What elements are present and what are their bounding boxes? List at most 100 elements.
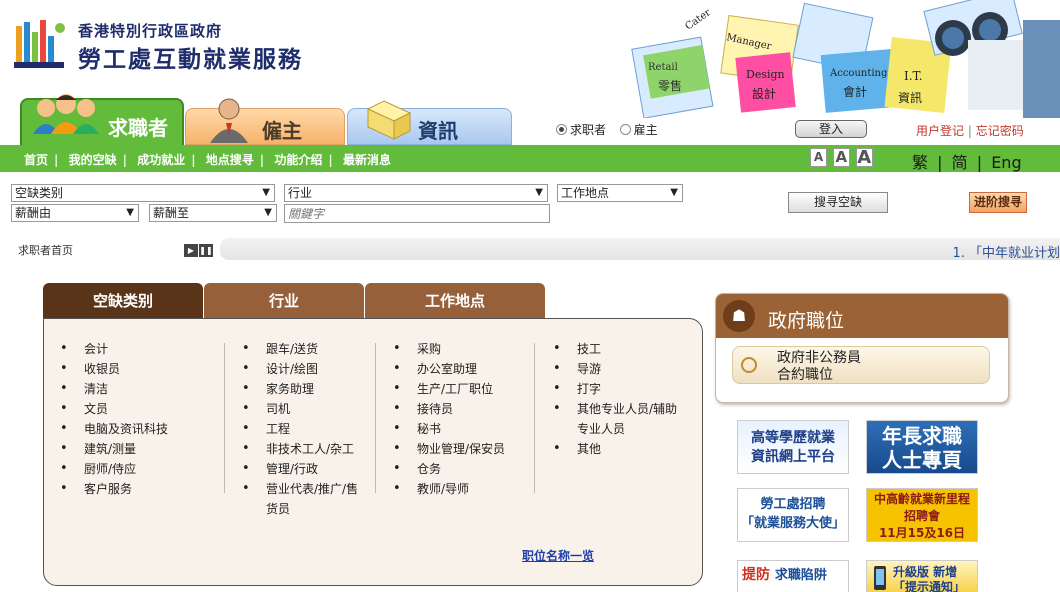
user-links: 用户登记 | 忘记密码 — [916, 122, 1024, 139]
ticker-pause-icon[interactable]: ❚❚ — [199, 244, 213, 257]
category-link[interactable]: 家务助理 — [242, 379, 358, 399]
category-link[interactable]: 技工 — [553, 339, 677, 359]
tab-job-seeker[interactable]: 求職者 — [20, 94, 184, 145]
keyword-input[interactable] — [284, 204, 550, 223]
non-civil-service-contract-jobs-button[interactable]: 政府非公務員 合約職位 — [732, 346, 990, 384]
industry-select[interactable]: 行业 ▼ — [284, 184, 548, 202]
category-link[interactable]: 文员 — [60, 399, 168, 419]
gov-button-line-2: 合約職位 — [777, 367, 833, 383]
people-group-icon: ☗ — [723, 300, 755, 332]
banner-card-retail-cn: 零售 — [658, 78, 682, 93]
nav-link-home[interactable]: 首页 — [24, 153, 48, 167]
category-link[interactable]: 司机 — [242, 399, 358, 419]
search-vacancies-button[interactable]: 搜寻空缺 — [788, 192, 888, 213]
nav-link-success[interactable]: 成功就业 — [137, 153, 185, 167]
promo-line: 求職陷阱 — [774, 568, 827, 583]
promo-line: 勞工處招聘 — [760, 497, 826, 512]
nav-link-features[interactable]: 功能介绍 — [274, 153, 322, 167]
category-link[interactable]: 营业代表/推广/售 — [242, 479, 358, 499]
category-link[interactable]: 客户服务 — [60, 479, 168, 499]
font-size-large-button[interactable]: A — [855, 148, 873, 167]
advanced-search-button[interactable]: 进阶搜寻 — [969, 192, 1027, 213]
promo-graduate-employment-platform[interactable]: 高等學歷就業 資訊網上平台 — [737, 420, 849, 474]
labour-department-logo-icon[interactable] — [12, 18, 70, 74]
salary-to-select-value: 薪酬至 — [153, 206, 190, 220]
column-divider — [534, 343, 535, 493]
category-select[interactable]: 空缺类别 ▼ — [11, 184, 275, 202]
category-link[interactable]: 建筑/测量 — [60, 439, 168, 459]
category-link[interactable]: 会计 — [60, 339, 168, 359]
salary-from-select[interactable]: 薪酬由 ▼ — [11, 204, 139, 222]
category-link-continued[interactable]: 专业人员 — [577, 419, 677, 439]
category-link[interactable]: 教师/导师 — [393, 479, 505, 499]
search-panel — [0, 172, 1060, 234]
category-link[interactable]: 物业管理/保安员 — [393, 439, 505, 459]
category-link[interactable]: 设计/绘图 — [242, 359, 358, 379]
category-link[interactable]: 厨师/侍应 — [60, 459, 168, 479]
promo-job-fair[interactable]: 中高齡就業新里程 招聘會 11月15及16日 — [866, 488, 978, 542]
tab-job-seeker-label: 求職者 — [108, 116, 168, 140]
category-link[interactable]: 收银员 — [60, 359, 168, 379]
tab-vacancy-category[interactable]: 空缺类别 — [43, 283, 203, 319]
user-register-link[interactable]: 用户登记 — [916, 124, 964, 138]
news-ticker-text[interactable]: 1. 「中年就业计划 — [952, 242, 1060, 261]
nav-links: 首页 | 我的空缺 | 成功就业 | 地点搜寻 | 功能介绍 | 最新消息 — [24, 151, 391, 168]
category-link[interactable]: 办公室助理 — [393, 359, 505, 379]
promo-app-upgrade[interactable]: 升級版 新增 「提示通知」 — [866, 560, 978, 592]
font-size-medium-button[interactable]: A — [832, 148, 850, 167]
category-link[interactable]: 采购 — [393, 339, 505, 359]
promo-line: 「就業服務大使」 — [740, 516, 845, 531]
banner-card-design: Design — [746, 68, 785, 81]
category-link[interactable]: 非技术工人/杂工 — [242, 439, 358, 459]
category-link[interactable]: 其他 — [553, 439, 677, 459]
category-link-continued[interactable]: 货员 — [266, 499, 358, 519]
lang-english-link[interactable]: Eng — [991, 153, 1021, 172]
category-link[interactable]: 其他专业人员/辅助 — [553, 399, 677, 419]
category-link[interactable]: 秘书 — [393, 419, 505, 439]
category-link[interactable]: 打字 — [553, 379, 677, 399]
banner-card-design-cn: 設計 — [752, 86, 776, 101]
news-ticker[interactable]: 1. 「中年就业计划 — [220, 238, 1060, 261]
role-seeker-label: 求职者 — [570, 123, 607, 137]
salary-to-select[interactable]: 薪酬至 ▼ — [149, 204, 277, 222]
category-link[interactable]: 清洁 — [60, 379, 168, 399]
ticker-play-icon[interactable]: ▶ — [184, 244, 198, 257]
promo-employment-ambassador-recruitment[interactable]: 勞工處招聘 「就業服務大使」 — [737, 488, 849, 542]
tab-work-location[interactable]: 工作地点 — [365, 283, 545, 319]
ticker-controls: ▶ ❚❚ — [184, 242, 214, 257]
category-link[interactable]: 接待员 — [393, 399, 505, 419]
lang-separator: | — [937, 153, 943, 172]
role-employer-radio[interactable] — [619, 124, 631, 135]
promo-elderly-job-seekers[interactable]: 年長求職 人士專頁 — [866, 420, 978, 474]
category-column-4: 技工 导游 打字 其他专业人员/辅助 专业人员 其他 — [553, 339, 677, 459]
category-link[interactable]: 仓务 — [393, 459, 505, 479]
lang-simplified-link[interactable]: 简 — [952, 153, 968, 172]
nav-link-my-vacancies[interactable]: 我的空缺 — [69, 153, 117, 167]
banner-card-it-cn: 資訊 — [898, 90, 922, 105]
job-title-list-link[interactable]: 职位名称一览 — [522, 547, 594, 564]
forgot-password-link[interactable]: 忘记密码 — [976, 124, 1024, 138]
role-seeker-radio[interactable] — [556, 124, 567, 135]
tab-information[interactable]: 資訊 — [347, 100, 512, 145]
font-size-small-button[interactable]: A — [810, 148, 827, 167]
tab-employer[interactable]: 僱主 — [185, 98, 345, 145]
login-button[interactable]: 登入 — [795, 120, 867, 138]
role-employer-label: 雇主 — [633, 123, 658, 137]
category-link[interactable]: 跟车/送货 — [242, 339, 358, 359]
nav-link-news[interactable]: 最新消息 — [343, 153, 391, 167]
tab-industry[interactable]: 行业 — [204, 283, 364, 319]
chevron-down-icon: ▼ — [126, 207, 134, 218]
nav-separator: | — [191, 153, 196, 167]
category-link[interactable]: 电脑及资讯科技 — [60, 419, 168, 439]
category-link[interactable]: 工程 — [242, 419, 358, 439]
category-link[interactable]: 管理/行政 — [242, 459, 358, 479]
chevron-down-icon: ▼ — [264, 207, 272, 218]
location-select[interactable]: 工作地点 ▼ — [557, 184, 683, 202]
category-link[interactable]: 生产/工厂职位 — [393, 379, 505, 399]
promo-line: 11月15及16日 — [878, 526, 966, 540]
category-link[interactable]: 导游 — [553, 359, 677, 379]
gov-button-line-1: 政府非公務員 — [777, 350, 861, 366]
nav-link-location-search[interactable]: 地点搜寻 — [206, 153, 254, 167]
lang-traditional-link[interactable]: 繁 — [912, 153, 928, 172]
promo-job-trap-warning[interactable]: 提防 求職陷阱 — [737, 560, 849, 592]
